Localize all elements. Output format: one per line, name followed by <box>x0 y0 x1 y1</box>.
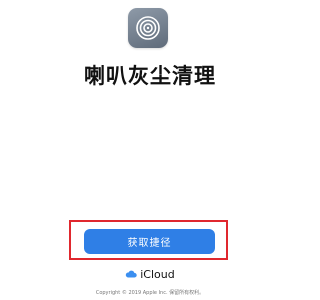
get-shortcut-button[interactable]: 获取捷径 <box>84 229 215 254</box>
cloud-icon <box>125 268 137 281</box>
copyright-text: Copyright © 2019 Apple Inc. 保留所有权利。 <box>95 290 205 296</box>
target-rings-icon <box>128 8 168 48</box>
shortcut-page: 喇叭灰尘清理 获取捷径 iCloud Copyright © 2019 Appl… <box>0 0 300 300</box>
icloud-brand: iCloud <box>0 268 300 281</box>
page-title: 喇叭灰尘清理 <box>84 64 216 88</box>
icloud-label: iCloud <box>140 268 175 281</box>
